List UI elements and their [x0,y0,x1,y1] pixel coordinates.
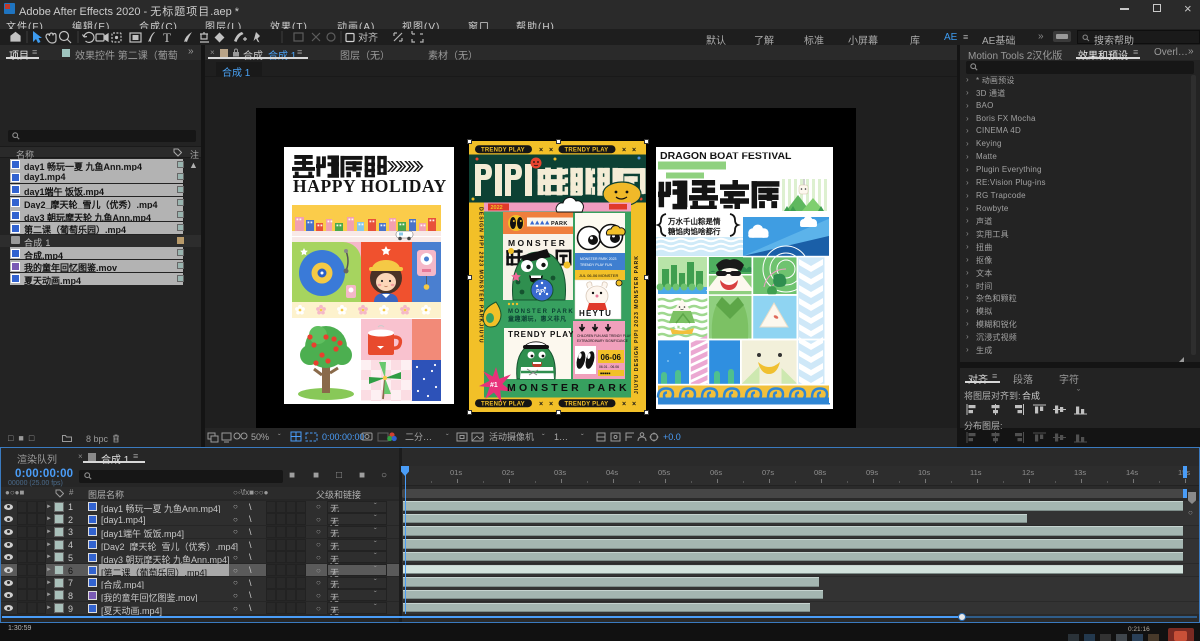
svg-text:童趣潮玩，惠义非凡: 童趣潮玩，惠义非凡 [508,315,567,323]
svg-text:JUL 06-06 MONSTER: JUL 06-06 MONSTER [579,273,619,278]
svg-text:TRENDY PLAY: TRENDY PLAY [481,148,525,154]
svg-text:×: × [622,401,626,408]
svg-text:50%: 50% [251,432,269,442]
svg-text:T: T [163,30,171,45]
svg-text:×: × [539,147,543,154]
svg-text:TRENDY PLAY: TRENDY PLAY [565,402,609,408]
svg-text:■■■■■: ■■■■■ [600,372,610,376]
svg-text:ˇ: ˇ [581,433,584,442]
svg-text:×: × [539,401,543,408]
svg-text:ˇ: ˇ [446,433,449,442]
svg-text:糖馅肉馅啥都行: 糖馅肉馅啥都行 [668,226,721,236]
svg-text:CHILDREN FUN AND TRENDY PLAY: CHILDREN FUN AND TRENDY PLAY [577,334,632,338]
svg-text:×: × [632,147,636,154]
svg-text:活动摄像机: 活动摄像机 [489,431,534,442]
svg-text:2022: 2022 [491,205,503,211]
svg-text:EXTRAORDINARY SIGNIFICANCE: EXTRAORDINARY SIGNIFICANCE [577,339,628,343]
svg-text:PiPi: PiPi [536,289,546,295]
svg-text:PARK: PARK [551,221,568,227]
svg-text:HAPPY HOLIDAY: HAPPY HOLIDAY [293,176,447,196]
svg-text:TRENDY PLAY: TRENDY PLAY [565,148,609,154]
svg-text:TRENDY PLAY FUN: TRENDY PLAY FUN [580,263,613,267]
svg-text:06-06: 06-06 [601,353,622,362]
svg-text:+0.0: +0.0 [663,432,681,442]
svg-text:#1: #1 [490,382,498,389]
svg-text:06.01 - 06.06: 06.01 - 06.06 [599,365,619,369]
svg-text:MONSTER PARK: MONSTER PARK [508,309,574,315]
svg-text:×: × [622,147,626,154]
svg-text:MONSTER: MONSTER [508,238,567,248]
svg-text:TRENDY PLAY: TRENDY PLAY [481,402,525,408]
svg-text:DESIGN PIPI 2023 MONSTER PARKJ: DESIGN PIPI 2023 MONSTER PARKJIUYU [478,207,484,344]
svg-text:×: × [632,401,636,408]
svg-text:ˇ: ˇ [278,433,281,442]
svg-text:万水千山粽是情: 万水千山粽是情 [667,216,721,226]
svg-text:1…: 1… [554,432,568,442]
svg-text:对齐: 对齐 [358,31,378,44]
svg-text:HEYTU: HEYTU [579,309,612,318]
svg-text:MONSTER PARK 2023: MONSTER PARK 2023 [580,257,617,261]
svg-text:MONSTER PARK: MONSTER PARK [507,382,630,394]
svg-text:0:00:00:00: 0:00:00:00 [322,432,365,442]
svg-text:TRENDY PLAY: TRENDY PLAY [508,330,575,339]
svg-text:ˇ: ˇ [542,433,545,442]
svg-text:JIUYU DESIGN PIPI 2023 MONSTER: JIUYU DESIGN PIPI 2023 MONSTER PARK [634,255,640,394]
svg-text:二分…: 二分… [405,432,432,442]
svg-text:×: × [549,401,553,408]
svg-text:×: × [549,147,553,154]
